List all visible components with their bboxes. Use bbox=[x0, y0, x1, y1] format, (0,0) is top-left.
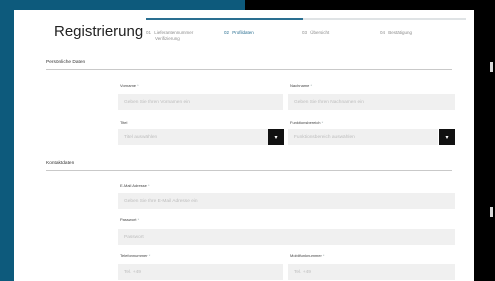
step-label: Bestätigung bbox=[388, 30, 413, 35]
step-number: 03 bbox=[302, 30, 308, 35]
function-placeholder: Funktionsbereich auswählen bbox=[294, 134, 355, 140]
backdrop-blue-strip bbox=[0, 0, 14, 281]
step-bestaetigung[interactable]: 04 Bestätigung bbox=[380, 30, 412, 36]
title-placeholder: Titel auswählen bbox=[124, 134, 158, 140]
firstname-placeholder: Geben Sie Ihren Vornamen ein bbox=[124, 99, 190, 105]
step-number: 04 bbox=[380, 30, 386, 35]
step-lieferantennummer[interactable]: 01 Lieferantennummer Verifizierung bbox=[146, 30, 193, 42]
scroll-indicator bbox=[490, 62, 493, 72]
email-placeholder: Geben Sie Ihre E-Mail Adresse ein bbox=[124, 198, 198, 204]
chevron-down-icon[interactable]: ▾ bbox=[268, 129, 284, 145]
mobile-label: Mobilfunknummer * bbox=[290, 253, 325, 258]
lastname-input[interactable]: Geben Sie Ihren Nachnamen ein bbox=[288, 94, 455, 110]
phone-input[interactable]: Tel. +49 bbox=[118, 264, 283, 280]
section-heading-contact: Kontaktdaten bbox=[46, 161, 75, 166]
page-title: Registrierung bbox=[54, 23, 144, 40]
phone-placeholder: Tel. +49 bbox=[124, 269, 141, 275]
section-divider bbox=[46, 69, 452, 70]
progress-fill bbox=[146, 18, 303, 20]
title-label: Titel bbox=[120, 120, 128, 125]
step-profildaten[interactable]: 02 Profildaten bbox=[224, 30, 254, 36]
password-input[interactable]: Passwort bbox=[118, 229, 455, 245]
phone-label: Telefonnummer * bbox=[120, 253, 151, 258]
chevron-down-icon[interactable]: ▾ bbox=[439, 129, 455, 145]
firstname-input[interactable]: Geben Sie Ihren Vornamen ein bbox=[118, 94, 283, 110]
section-divider bbox=[46, 170, 452, 171]
lastname-placeholder: Geben Sie Ihren Nachnamen ein bbox=[294, 99, 364, 105]
registration-form-sheet: Registrierung 01 Lieferantennummer Verif… bbox=[14, 10, 474, 281]
step-label: Profildaten bbox=[232, 30, 254, 35]
mobile-input[interactable]: Tel. +49 bbox=[288, 264, 455, 280]
lastname-label: Nachname * bbox=[290, 83, 313, 88]
password-placeholder: Passwort bbox=[124, 234, 144, 240]
function-label: Funktionsbereich * bbox=[290, 120, 324, 125]
step-number: 02 bbox=[224, 30, 230, 35]
email-input[interactable]: Geben Sie Ihre E-Mail Adresse ein bbox=[118, 193, 455, 209]
function-select[interactable]: Funktionsbereich auswählen bbox=[288, 129, 438, 145]
step-uebersicht[interactable]: 03 Übersicht bbox=[302, 30, 329, 36]
email-label: E-Mail Adresse * bbox=[120, 183, 150, 188]
section-heading-personal: Persönliche Daten bbox=[46, 60, 86, 65]
scroll-indicator bbox=[490, 207, 493, 217]
progress-stepper: 01 Lieferantennummer Verifizierung 02 Pr… bbox=[146, 18, 466, 48]
password-label: Passwort * bbox=[120, 217, 140, 222]
mobile-placeholder: Tel. +49 bbox=[294, 269, 311, 275]
step-label: Übersicht bbox=[310, 30, 330, 35]
step-label-line2: Verifizierung bbox=[155, 36, 180, 41]
step-label: Lieferantennummer bbox=[154, 30, 194, 35]
firstname-label: Vorname * bbox=[120, 83, 139, 88]
title-select[interactable]: Titel auswählen bbox=[118, 129, 268, 145]
step-number: 01 bbox=[146, 30, 152, 35]
